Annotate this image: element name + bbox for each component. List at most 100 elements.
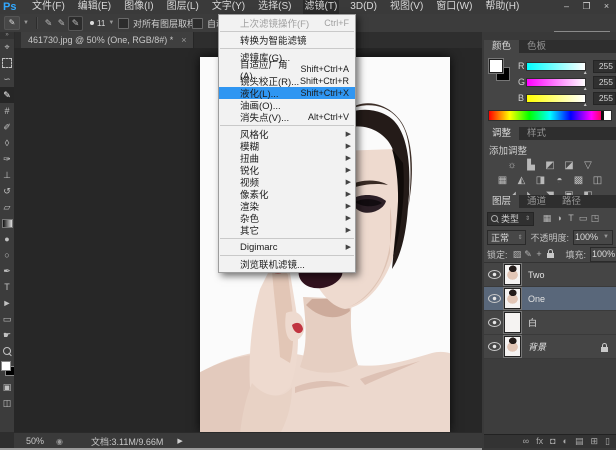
visibility-cell[interactable] — [484, 318, 504, 327]
tab-路径[interactable]: 路径 — [554, 195, 589, 208]
levels-icon[interactable]: ▙ — [525, 158, 538, 173]
hand-tool[interactable]: ☛ — [0, 327, 14, 343]
filter-adjustment-layer-icon[interactable]: ◑ — [553, 213, 565, 224]
path-selection-tool[interactable]: ► — [0, 295, 14, 311]
channel-slider[interactable]: ▲ — [526, 78, 586, 87]
filter-shape-layer-icon[interactable]: ▭ — [577, 213, 589, 224]
brightness-contrast-icon[interactable]: ☼ — [506, 158, 519, 173]
menu-编辑(E)[interactable]: 编辑(E) — [76, 0, 113, 14]
eyedropper-tool[interactable]: ✐ — [0, 119, 14, 135]
minimize-button[interactable]: – — [561, 0, 572, 13]
new-group-icon[interactable]: ▤ — [575, 435, 584, 448]
opacity-field[interactable]: 100% ▼ — [573, 230, 613, 245]
add-selection-icon[interactable]: ✎ — [55, 17, 68, 30]
document-tab[interactable]: 461730.jpg @ 50% (One, RGB/8#) * × — [21, 32, 194, 48]
rect-marquee-tool[interactable] — [0, 55, 14, 71]
layer-thumbnail[interactable] — [504, 312, 521, 333]
layer-row-Two[interactable]: Two — [484, 263, 616, 287]
filter-menu-item[interactable]: 消失点(V)...Alt+Ctrl+V — [219, 111, 355, 123]
tab-色板[interactable]: 色板 — [519, 40, 554, 53]
color-lookup-icon[interactable]: ◫ — [591, 173, 604, 188]
layer-thumbnail[interactable] — [504, 336, 521, 357]
subtract-selection-icon[interactable]: ✎ — [68, 16, 83, 31]
color-swatch-widget[interactable] — [0, 361, 14, 379]
lasso-tool[interactable]: ∽ — [0, 71, 14, 87]
tab-颜色[interactable]: 颜色 — [484, 40, 519, 53]
menu-窗口(W)[interactable]: 窗口(W) — [434, 0, 474, 14]
tab-通道[interactable]: 通道 — [519, 195, 554, 208]
tool-preset-picker[interactable]: ✎ ▼ — [4, 14, 29, 32]
panel-color-swatches[interactable] — [489, 59, 511, 83]
status-options-arrow-icon[interactable]: ▶ — [177, 437, 182, 445]
vibrance-icon[interactable]: ▽ — [582, 158, 595, 173]
delete-layer-icon[interactable]: ▯ — [605, 435, 610, 448]
black-white-icon[interactable]: ◨ — [534, 173, 547, 188]
zoom-tool[interactable] — [0, 343, 14, 359]
hue-saturation-icon[interactable]: ▦ — [496, 173, 509, 188]
filter-menu-item[interactable]: 转换为智能滤镜 — [219, 34, 355, 46]
quick-selection-tool[interactable]: ✎ — [0, 87, 14, 103]
channel-value-field[interactable]: 255 — [593, 60, 616, 73]
menu-文件(F)[interactable]: 文件(F) — [30, 0, 67, 14]
sample-all-layers-checkbox[interactable] — [118, 18, 129, 29]
channel-value-field[interactable]: 255 — [593, 76, 616, 89]
filter-smart-object-icon[interactable]: ◳ — [589, 213, 601, 224]
visibility-eye-icon[interactable] — [488, 270, 501, 279]
quick-mask-icon[interactable]: ▣ — [0, 379, 14, 395]
slider-thumb[interactable]: ▲ — [583, 102, 588, 108]
curves-icon[interactable]: ◩ — [544, 158, 557, 173]
layer-row-背景[interactable]: 背景 — [484, 335, 616, 359]
visibility-cell[interactable] — [484, 294, 504, 303]
dodge-tool[interactable]: ○ — [0, 247, 14, 263]
filter-menu-item[interactable]: 浏览联机滤镜... — [219, 258, 355, 270]
filter-type-layer-icon[interactable]: T — [565, 213, 577, 224]
layer-style-icon[interactable]: fx — [536, 435, 543, 448]
blur-tool[interactable]: ● — [0, 231, 14, 247]
channel-mixer-icon[interactable]: ▩ — [572, 173, 585, 188]
visibility-cell[interactable] — [484, 342, 504, 351]
lock-image-pixels-icon[interactable]: ✎ — [523, 247, 534, 261]
pen-tool[interactable]: ✒ — [0, 263, 14, 279]
auto-enhance-checkbox[interactable] — [192, 18, 203, 29]
foreground-color-swatch[interactable] — [489, 59, 503, 73]
lock-position-icon[interactable]: + — [534, 247, 545, 261]
type-tool[interactable]: T — [0, 279, 14, 295]
brush-tool[interactable]: ✑ — [0, 151, 14, 167]
lock-all-icon[interactable] — [547, 253, 554, 258]
exposure-icon[interactable]: ◪ — [563, 158, 576, 173]
crop-tool[interactable]: # — [0, 103, 14, 119]
visibility-eye-icon[interactable] — [488, 294, 501, 303]
layer-row-One[interactable]: One — [484, 287, 616, 311]
new-adjustment-layer-icon[interactable]: ◐ — [563, 435, 568, 448]
slider-thumb[interactable]: ▲ — [583, 86, 588, 92]
color-spectrum-ramp[interactable] — [488, 110, 612, 121]
menu-滤镜(T)[interactable]: 滤镜(T) — [303, 0, 340, 14]
zoom-level-field[interactable]: 50% — [26, 436, 44, 446]
rectangle-tool[interactable]: ▭ — [0, 311, 14, 327]
new-layer-icon[interactable]: ⊞ — [591, 435, 599, 448]
restore-button[interactable]: ❐ — [581, 0, 592, 13]
menu-图层(L)[interactable]: 图层(L) — [165, 0, 201, 14]
blend-mode-select[interactable]: 正常 ⇕ — [487, 230, 526, 245]
sample-all-layers-option[interactable]: 对所有图层取样 — [118, 14, 196, 32]
menu-文字(Y)[interactable]: 文字(Y) — [210, 0, 247, 14]
close-tab-icon[interactable]: × — [181, 35, 186, 45]
layer-thumbnail[interactable] — [504, 288, 521, 309]
lock-transparent-pixels-icon[interactable]: ▨ — [512, 247, 523, 261]
channel-slider[interactable]: ▲ — [526, 62, 586, 71]
move-tool[interactable]: ⌖ — [0, 39, 14, 55]
menu-视图(V)[interactable]: 视图(V) — [388, 0, 425, 14]
visibility-eye-icon[interactable] — [488, 318, 501, 327]
slider-thumb[interactable]: ▲ — [583, 70, 588, 76]
screen-mode-icon[interactable]: ◫ — [0, 395, 14, 411]
status-scrubber-icon[interactable]: ◉ — [56, 437, 63, 446]
layer-thumbnail[interactable] — [504, 264, 521, 285]
color-balance-icon[interactable]: ◭ — [515, 173, 528, 188]
tab-调整[interactable]: 调整 — [484, 127, 519, 140]
visibility-eye-icon[interactable] — [488, 342, 501, 351]
fill-field[interactable]: 100% ▼ — [590, 247, 616, 262]
layer-filter-type-select[interactable]: 类型 ⇕ — [487, 212, 534, 226]
spot-healing-brush-tool[interactable]: ◊ — [0, 135, 14, 151]
eraser-tool[interactable]: ▱ — [0, 199, 14, 215]
gradient-tool[interactable] — [0, 215, 14, 231]
